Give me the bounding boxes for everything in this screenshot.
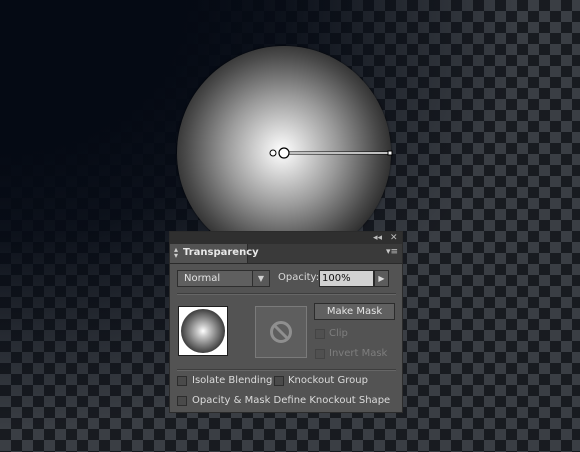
tab-transparency[interactable]: ▴ ▾ Transparency: [170, 244, 259, 263]
panel-menu-icon[interactable]: ▾≡: [386, 247, 398, 257]
tab-transparency-label: Transparency: [183, 247, 259, 258]
opacity-slider-button[interactable]: ▶: [374, 270, 389, 287]
collapse-icon[interactable]: ◂◂: [373, 232, 382, 244]
blend-mode-value: Normal: [184, 273, 221, 284]
opacity-mask-define-knockout-label: Opacity & Mask Define Knockout Shape: [192, 395, 391, 406]
invert-mask-checkbox[interactable]: [315, 349, 325, 359]
invert-mask-label: Invert Mask: [329, 348, 388, 359]
close-icon[interactable]: ✕: [390, 232, 398, 244]
opacity-label: Opacity:: [278, 272, 320, 283]
isolate-blending-checkbox[interactable]: [177, 376, 187, 386]
panel-title-bar[interactable]: ◂◂ ✕: [170, 232, 402, 244]
gradient-end-handle[interactable]: [387, 150, 393, 156]
object-thumbnail[interactable]: [178, 306, 228, 356]
no-mask-icon: [270, 321, 292, 343]
gradient-center-handle[interactable]: [278, 147, 290, 159]
knockout-group-checkbox[interactable]: [274, 376, 284, 386]
gradient-origin-handle[interactable]: [269, 149, 277, 157]
make-mask-button[interactable]: Make Mask: [314, 303, 395, 320]
panel-tab-row: ▴ ▾ Transparency ▾≡: [170, 244, 402, 264]
clip-label: Clip: [329, 328, 348, 339]
clip-checkbox[interactable]: [315, 329, 325, 339]
mask-thumbnail[interactable]: [255, 306, 307, 358]
isolate-blending-label: Isolate Blending: [192, 375, 273, 386]
opacity-mask-define-knockout-checkbox[interactable]: [177, 396, 187, 406]
knockout-group-label: Knockout Group: [288, 375, 368, 386]
object-thumbnail-sphere: [181, 309, 225, 353]
blend-mode-select[interactable]: Normal ▼: [177, 270, 270, 287]
tab-options-icon[interactable]: ▴ ▾: [174, 246, 178, 260]
divider: [177, 369, 396, 371]
transparency-panel: ◂◂ ✕ ▴ ▾ Transparency ▾≡ Normal ▼ Opacity…: [169, 231, 403, 413]
divider: [177, 293, 396, 295]
chevron-down-icon[interactable]: ▼: [252, 271, 269, 286]
opacity-input[interactable]: 100%: [319, 270, 374, 287]
